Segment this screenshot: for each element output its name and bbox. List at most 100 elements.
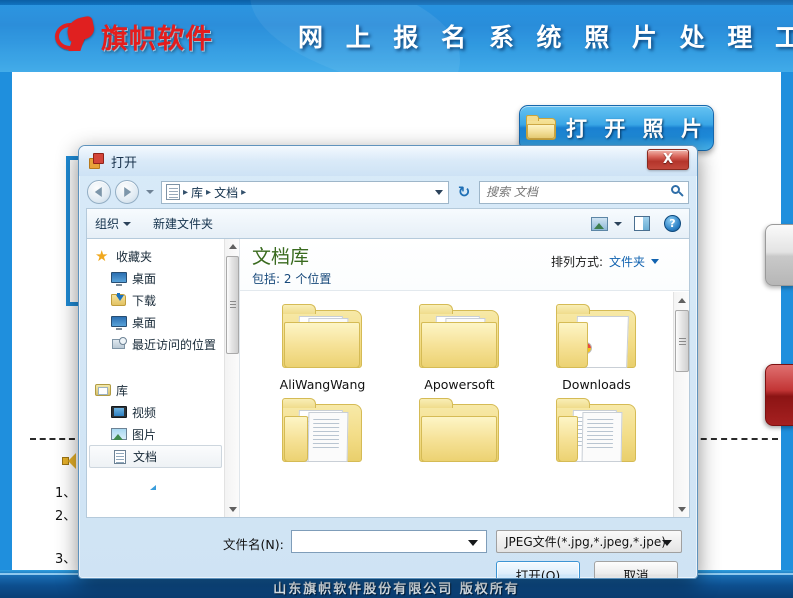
folder-row-2 xyxy=(254,394,673,471)
address-bar[interactable]: ▸ 库 ▸ 文档 ▸ xyxy=(161,180,449,204)
logo-text: 旗帜软件 xyxy=(101,23,213,55)
recent-places-icon xyxy=(111,337,127,351)
folder-item[interactable] xyxy=(528,394,665,471)
navigation-pane: ★ 收藏夹 桌面 下载 桌面 最近访问的位置 库 视频 图片 文档 xyxy=(87,239,239,517)
nav-item-desktop[interactable]: 桌面 xyxy=(87,267,224,289)
address-chevron-down-icon[interactable] xyxy=(435,189,443,195)
filename-input[interactable] xyxy=(292,532,486,551)
folder-chrome-icon xyxy=(555,304,638,372)
search-input[interactable] xyxy=(484,184,670,200)
folder-documents-icon xyxy=(281,398,364,466)
arrange-by-label: 排列方式: xyxy=(550,255,603,269)
folder-documents-icon xyxy=(555,398,638,466)
nav-item-desktop-label: 桌面 xyxy=(132,271,157,286)
arrange-by-value[interactable]: 文件夹 xyxy=(609,253,645,270)
library-subtitle-value[interactable]: 2 个位置 xyxy=(284,272,331,286)
folder-label: AliWangWang xyxy=(279,377,366,392)
app-title: 网 上 报 名 系 统 照 片 处 理 工 具 xyxy=(298,23,793,52)
left-blue-rail xyxy=(0,72,12,570)
forward-button[interactable] xyxy=(115,180,139,204)
folder-item[interactable]: Downloads xyxy=(528,300,665,392)
breadcrumb-item-library[interactable]: 库 xyxy=(191,184,203,201)
nav-item-desktop-2[interactable]: 桌面 xyxy=(87,311,224,333)
dialog-footer: 文件名(N): JPEG文件(*.jpg,*.jpeg,*.jpe) 打开(O)… xyxy=(86,528,690,578)
folder-item[interactable]: AliWangWang xyxy=(254,300,391,392)
folder-row-1: AliWangWang Apowersoft Downloads xyxy=(254,300,673,392)
file-list-scrollbar[interactable] xyxy=(673,292,689,517)
desktop-icon xyxy=(111,315,127,330)
folder-empty-icon xyxy=(418,398,501,466)
organize-label: 组织 xyxy=(95,217,120,231)
arrange-by-control[interactable]: 排列方式: 文件夹 xyxy=(551,253,659,270)
side-button-red[interactable] xyxy=(765,364,793,426)
filetype-select[interactable]: JPEG文件(*.jpg,*.jpeg,*.jpe) xyxy=(496,530,682,553)
breadcrumb-separator: ▸ xyxy=(183,186,189,198)
nav-pane-scrollbar[interactable] xyxy=(224,239,239,517)
open-button[interactable]: 打开(O) xyxy=(496,561,580,578)
desktop-icon xyxy=(111,271,127,286)
file-scroll-up-icon[interactable] xyxy=(674,292,689,308)
nav-item-videos[interactable]: 视频 xyxy=(87,401,224,423)
nav-item-videos-label: 视频 xyxy=(132,405,157,420)
folder-item[interactable]: Apowersoft xyxy=(391,300,528,392)
address-document-icon xyxy=(166,184,180,200)
dialog-titlebar[interactable]: 打开 X xyxy=(79,146,697,176)
new-folder-button[interactable]: 新建文件夹 xyxy=(153,215,213,232)
nav-scroll-thumb[interactable] xyxy=(226,256,239,354)
cancel-button[interactable]: 取消 xyxy=(594,561,678,578)
nav-group-favorites-label: 收藏夹 xyxy=(116,249,153,264)
nav-group-libraries[interactable]: 库 xyxy=(87,379,224,401)
star-icon: ★ xyxy=(95,246,109,265)
recent-locations-chevron-down-icon[interactable] xyxy=(146,190,154,194)
nav-item-documents-label: 文档 xyxy=(133,450,158,464)
breadcrumb-item-documents[interactable]: 文档 xyxy=(214,184,238,201)
document-icon xyxy=(112,449,128,464)
close-icon[interactable]: X xyxy=(647,149,689,170)
side-button-gray[interactable] xyxy=(765,224,793,286)
file-list-pane: 文档库 包括: 2 个位置 排列方式: 文件夹 AliWangWang Apow… xyxy=(240,239,689,517)
help-icon[interactable]: ? xyxy=(664,215,681,232)
preview-pane-icon[interactable] xyxy=(634,216,650,231)
nav-item-desktop-2-label: 桌面 xyxy=(132,315,157,330)
nav-group-favorites[interactable]: ★ 收藏夹 xyxy=(87,245,224,267)
nav-item-downloads[interactable]: 下载 xyxy=(87,289,224,311)
folder-label: Downloads xyxy=(562,377,631,392)
organize-menu[interactable]: 组织 xyxy=(95,215,132,232)
right-blue-rail xyxy=(781,72,793,570)
change-view-icon[interactable] xyxy=(591,216,608,231)
refresh-icon[interactable]: ↻ xyxy=(453,181,475,204)
search-box[interactable] xyxy=(479,180,689,204)
file-scroll-thumb[interactable] xyxy=(675,310,689,372)
arrange-chevron-down-icon[interactable] xyxy=(651,259,659,264)
filename-chevron-down-icon[interactable] xyxy=(468,540,478,546)
filename-field[interactable] xyxy=(291,530,487,553)
nav-scroll-up-icon[interactable] xyxy=(225,239,239,254)
folder-grid: AliWangWang Apowersoft Downloads xyxy=(240,292,673,517)
instruction-marker-3: 3、 xyxy=(55,552,77,567)
flag-logo-icon xyxy=(55,15,96,53)
search-icon xyxy=(670,185,684,199)
folder-open-icon xyxy=(526,114,557,140)
breadcrumb-separator: ▸ xyxy=(206,186,212,198)
nav-scroll-down-icon[interactable] xyxy=(225,502,239,517)
back-button[interactable] xyxy=(87,180,111,204)
nav-item-recent-places[interactable]: 最近访问的位置 xyxy=(87,333,224,355)
dialog-navbar: ▸ 库 ▸ 文档 ▸ ↻ xyxy=(79,176,697,208)
nav-item-pictures[interactable]: 图片 xyxy=(87,423,224,445)
dialog-main-area: ★ 收藏夹 桌面 下载 桌面 最近访问的位置 库 视频 图片 文档 文档库 包括… xyxy=(86,238,690,518)
app-logo: 旗帜软件 xyxy=(55,14,213,58)
folder-item[interactable] xyxy=(254,394,391,471)
library-icon xyxy=(95,383,111,397)
picture-icon xyxy=(111,427,127,441)
instruction-marker-1: 1、 xyxy=(55,486,77,501)
view-chevron-down-icon[interactable] xyxy=(614,221,622,226)
filetype-chevron-down-icon xyxy=(662,540,672,546)
file-scroll-down-icon[interactable] xyxy=(674,501,689,517)
video-icon xyxy=(111,405,127,419)
library-subtitle-prefix: 包括: xyxy=(252,272,281,286)
folder-item[interactable] xyxy=(391,394,528,471)
nav-item-documents[interactable]: 文档 xyxy=(89,445,222,468)
library-subtitle: 包括: 2 个位置 xyxy=(252,270,675,287)
chevron-down-icon xyxy=(123,221,132,226)
instruction-marker-2: 2、 xyxy=(55,509,77,524)
